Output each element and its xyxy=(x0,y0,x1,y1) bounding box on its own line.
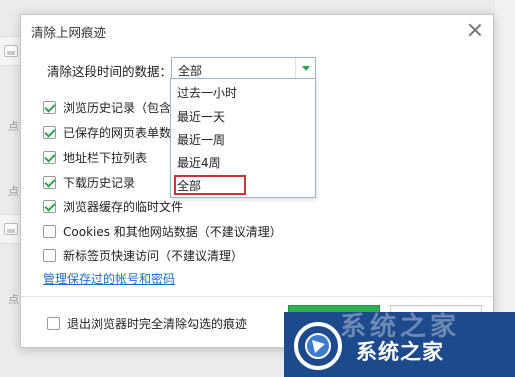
option-label: 浏览历史记录（包含 xyxy=(63,101,172,115)
option-cookies[interactable]: Cookies 和其他网站数据（不建议清理） xyxy=(43,223,282,240)
image-icon xyxy=(4,223,18,235)
checkbox-unchecked[interactable] xyxy=(43,225,56,238)
manage-passwords-link[interactable]: 管理保存过的帐号和密码 xyxy=(43,270,175,287)
checkbox-checked[interactable] xyxy=(43,101,56,114)
option-download-history[interactable]: 下载历史记录 xyxy=(43,174,135,191)
time-range-label: 清除这段时间的数据： xyxy=(47,64,173,79)
option-address-bar-list[interactable]: 地址栏下拉列表 xyxy=(43,149,147,166)
highlight-annotation-box xyxy=(174,175,246,195)
option-label: 地址栏下拉列表 xyxy=(63,151,148,165)
checkbox-checked[interactable] xyxy=(43,151,56,164)
chevron-down-icon[interactable] xyxy=(295,58,315,79)
option-label: 退出浏览器时完全清除勾选的痕迹 xyxy=(67,317,248,331)
image-icon xyxy=(4,45,18,57)
dropdown-item-last-week[interactable]: 最近一周 xyxy=(177,131,225,148)
time-range-row: 清除这段时间的数据： xyxy=(47,61,172,80)
checkbox-checked[interactable] xyxy=(43,176,56,189)
dropdown-item-past-hour[interactable]: 过去一小时 xyxy=(177,84,237,101)
option-label: Cookies 和其他网站数据（不建议清理） xyxy=(63,225,282,239)
option-cache-files[interactable]: 浏览器缓存的临时文件 xyxy=(43,198,183,215)
background-text: 点 xyxy=(8,293,19,306)
site-watermark: 系统之家 系统之家 xyxy=(284,312,515,377)
close-icon[interactable] xyxy=(467,22,483,38)
checkbox-unchecked[interactable] xyxy=(43,249,56,262)
option-label: 已保存的网页表单数 xyxy=(63,126,172,140)
dropdown-item-last-4-weeks[interactable]: 最近4周 xyxy=(177,154,221,171)
option-label: 下载历史记录 xyxy=(63,176,136,190)
time-range-dropdown: 过去一小时 最近一天 最近一周 最近4周 全部 xyxy=(170,78,316,198)
option-label: 新标签页快速访问（不建议清理） xyxy=(63,249,244,263)
option-label: 浏览器缓存的临时文件 xyxy=(63,200,184,214)
watermark-text: 系统之家 xyxy=(356,340,444,364)
divider xyxy=(21,296,493,297)
checkbox-checked[interactable] xyxy=(43,200,56,213)
background-text: 点 xyxy=(8,120,19,133)
time-range-value: 全部 xyxy=(178,64,203,78)
time-range-select[interactable]: 全部 xyxy=(171,57,316,80)
watermark-logo-icon xyxy=(294,322,342,370)
option-form-data[interactable]: 已保存的网页表单数 xyxy=(43,124,171,141)
option-browsing-history[interactable]: 浏览历史记录（包含 xyxy=(43,99,171,116)
dialog-titlebar: 清除上网痕迹 xyxy=(21,15,493,47)
dropdown-item-last-day[interactable]: 最近一天 xyxy=(177,108,225,125)
checkbox-checked[interactable] xyxy=(43,126,56,139)
dialog-title: 清除上网痕迹 xyxy=(31,24,107,40)
background-text: 点 xyxy=(8,185,19,198)
checkbox-unchecked[interactable] xyxy=(47,317,60,330)
option-clear-on-exit[interactable]: 退出浏览器时完全清除勾选的痕迹 xyxy=(47,315,247,332)
option-new-tab-quick-access[interactable]: 新标签页快速访问（不建议清理） xyxy=(43,247,243,264)
